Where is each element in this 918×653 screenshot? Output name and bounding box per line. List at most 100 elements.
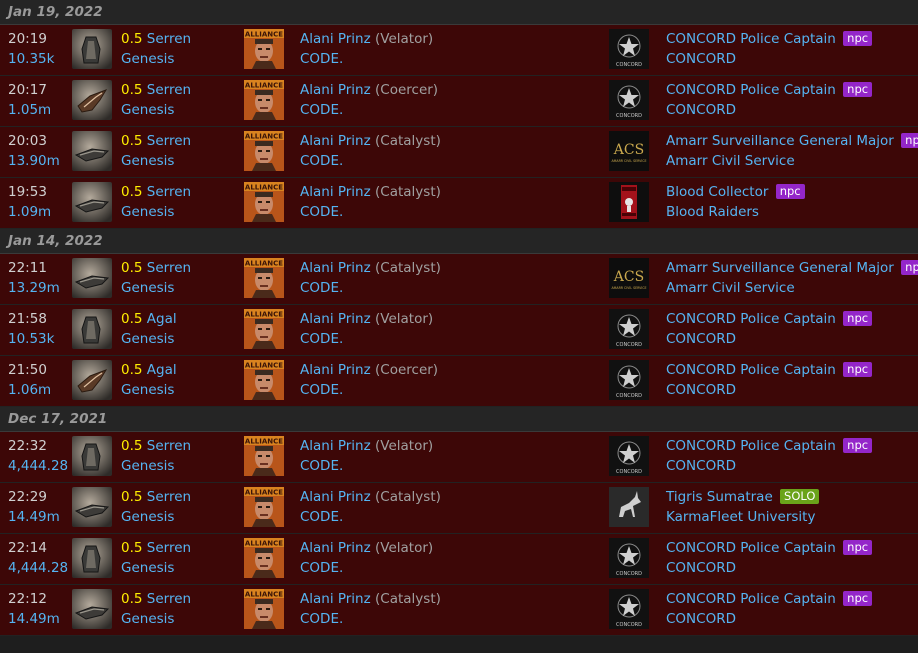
attacker-corp-link[interactable]: CONCORD [666, 49, 872, 69]
region-link[interactable]: Genesis [121, 380, 177, 400]
kill-time[interactable]: 22:11 [8, 258, 60, 278]
attacker-link[interactable]: Amarr Surveillance General Major [666, 133, 894, 149]
victim-alliance-icon[interactable]: ALLIANCE [244, 487, 284, 527]
victim-pilot-link[interactable]: Alani Prinz [300, 540, 371, 556]
attacker-corp-link[interactable]: CONCORD [666, 380, 872, 400]
victim-pilot-link[interactable]: Alani Prinz [300, 133, 371, 149]
velator-icon[interactable] [72, 538, 112, 578]
concord-logo[interactable]: CONCORD [609, 436, 649, 476]
victim-corp-link[interactable]: CODE. [300, 329, 433, 349]
attacker-link[interactable]: CONCORD Police Captain [666, 591, 836, 607]
victim-pilot-link[interactable]: Alani Prinz [300, 184, 371, 200]
attacker-corp-link[interactable]: KarmaFleet University [666, 507, 819, 527]
attacker-corp-link[interactable]: Blood Raiders [666, 202, 805, 222]
concord-logo[interactable]: CONCORD [609, 29, 649, 69]
victim-pilot-link[interactable]: Alani Prinz [300, 362, 371, 378]
victim-corp-link[interactable]: CODE. [300, 609, 441, 629]
attacker-link[interactable]: CONCORD Police Captain [666, 362, 836, 378]
kill-time[interactable]: 21:58 [8, 309, 54, 329]
unicorn-portrait[interactable] [609, 487, 649, 527]
amarr-civil-service-logo[interactable]: ACS AMARR CIVIL SERVICE [609, 131, 649, 171]
victim-pilot-link[interactable]: Alani Prinz [300, 591, 371, 607]
system-link[interactable]: Serren [147, 438, 191, 454]
velator-icon[interactable] [72, 309, 112, 349]
victim-corp-link[interactable]: CODE. [300, 278, 441, 298]
victim-alliance-icon[interactable]: ALLIANCE [244, 80, 284, 120]
region-link[interactable]: Genesis [121, 202, 191, 222]
concord-logo[interactable]: CONCORD [609, 80, 649, 120]
victim-corp-link[interactable]: CODE. [300, 507, 441, 527]
kill-time[interactable]: 22:12 [8, 589, 60, 609]
attacker-link[interactable]: Tigris Sumatrae [666, 489, 773, 505]
attacker-link[interactable]: CONCORD Police Captain [666, 82, 836, 98]
victim-corp-link[interactable]: CODE. [300, 380, 438, 400]
system-link[interactable]: Serren [147, 133, 191, 149]
region-link[interactable]: Genesis [121, 609, 191, 629]
system-link[interactable]: Serren [147, 184, 191, 200]
catalyst-icon[interactable] [72, 487, 112, 527]
region-link[interactable]: Genesis [121, 151, 191, 171]
victim-corp-link[interactable]: CODE. [300, 49, 433, 69]
kill-time[interactable]: 20:17 [8, 80, 51, 100]
killmail-row[interactable]: 22:29 14.49m 0.5 Serren Genesis ALLIANCE… [0, 483, 918, 534]
attacker-link[interactable]: Blood Collector [666, 184, 768, 200]
region-link[interactable]: Genesis [121, 558, 191, 578]
region-link[interactable]: Genesis [121, 49, 191, 69]
killmail-row[interactable]: 22:32 4,444.28 0.5 Serren Genesis ALLIAN… [0, 432, 918, 483]
concord-logo[interactable]: CONCORD [609, 538, 649, 578]
victim-corp-link[interactable]: CODE. [300, 100, 438, 120]
kill-time[interactable]: 20:03 [8, 131, 60, 151]
attacker-corp-link[interactable]: CONCORD [666, 329, 872, 349]
victim-alliance-icon[interactable]: ALLIANCE [244, 309, 284, 349]
amarr-civil-service-logo[interactable]: ACS AMARR CIVIL SERVICE [609, 258, 649, 298]
catalyst-icon[interactable] [72, 131, 112, 171]
killmail-row[interactable]: 19:53 1.09m 0.5 Serren Genesis ALLIANCE … [0, 178, 918, 229]
killmail-row[interactable]: 21:50 1.06m 0.5 Agal Genesis ALLIANCE Al… [0, 356, 918, 407]
attacker-corp-link[interactable]: CONCORD [666, 456, 872, 476]
killmail-row[interactable]: 20:19 10.35k 0.5 Serren Genesis ALLIANCE… [0, 25, 918, 76]
victim-alliance-icon[interactable]: ALLIANCE [244, 589, 284, 629]
concord-logo[interactable]: CONCORD [609, 309, 649, 349]
catalyst-icon[interactable] [72, 182, 112, 222]
region-link[interactable]: Genesis [121, 100, 191, 120]
kill-time[interactable]: 20:19 [8, 29, 54, 49]
region-link[interactable]: Genesis [121, 329, 177, 349]
victim-alliance-icon[interactable]: ALLIANCE [244, 538, 284, 578]
victim-corp-link[interactable]: CODE. [300, 151, 441, 171]
victim-alliance-icon[interactable]: ALLIANCE [244, 131, 284, 171]
victim-pilot-link[interactable]: Alani Prinz [300, 31, 371, 47]
victim-alliance-icon[interactable]: ALLIANCE [244, 182, 284, 222]
killmail-row[interactable]: 22:11 13.29m 0.5 Serren Genesis ALLIANCE… [0, 254, 918, 305]
victim-alliance-icon[interactable]: ALLIANCE [244, 29, 284, 69]
system-link[interactable]: Serren [147, 31, 191, 47]
attacker-link[interactable]: CONCORD Police Captain [666, 311, 836, 327]
concord-logo[interactable]: CONCORD [609, 589, 649, 629]
attacker-corp-link[interactable]: Amarr Civil Service [666, 151, 918, 171]
blood-raiders-logo[interactable] [609, 182, 649, 222]
victim-corp-link[interactable]: CODE. [300, 456, 433, 476]
kill-time[interactable]: 22:29 [8, 487, 60, 507]
victim-alliance-icon[interactable]: ALLIANCE [244, 436, 284, 476]
victim-corp-link[interactable]: CODE. [300, 558, 433, 578]
victim-pilot-link[interactable]: Alani Prinz [300, 489, 371, 505]
region-link[interactable]: Genesis [121, 278, 191, 298]
system-link[interactable]: Serren [147, 540, 191, 556]
region-link[interactable]: Genesis [121, 456, 191, 476]
victim-pilot-link[interactable]: Alani Prinz [300, 260, 371, 276]
kill-time[interactable]: 21:50 [8, 360, 51, 380]
system-link[interactable]: Serren [147, 489, 191, 505]
victim-pilot-link[interactable]: Alani Prinz [300, 438, 371, 454]
coercer-icon[interactable] [72, 80, 112, 120]
velator-icon[interactable] [72, 29, 112, 69]
killmail-row[interactable]: 21:58 10.53k 0.5 Agal Genesis ALLIANCE A… [0, 305, 918, 356]
killmail-row[interactable]: 20:17 1.05m 0.5 Serren Genesis ALLIANCE … [0, 76, 918, 127]
coercer-icon[interactable] [72, 360, 112, 400]
system-link[interactable]: Agal [147, 311, 177, 327]
victim-alliance-icon[interactable]: ALLIANCE [244, 258, 284, 298]
velator-icon[interactable] [72, 436, 112, 476]
attacker-link[interactable]: CONCORD Police Captain [666, 31, 836, 47]
victim-alliance-icon[interactable]: ALLIANCE [244, 360, 284, 400]
system-link[interactable]: Serren [147, 82, 191, 98]
kill-time[interactable]: 22:14 [8, 538, 68, 558]
kill-time[interactable]: 19:53 [8, 182, 51, 202]
